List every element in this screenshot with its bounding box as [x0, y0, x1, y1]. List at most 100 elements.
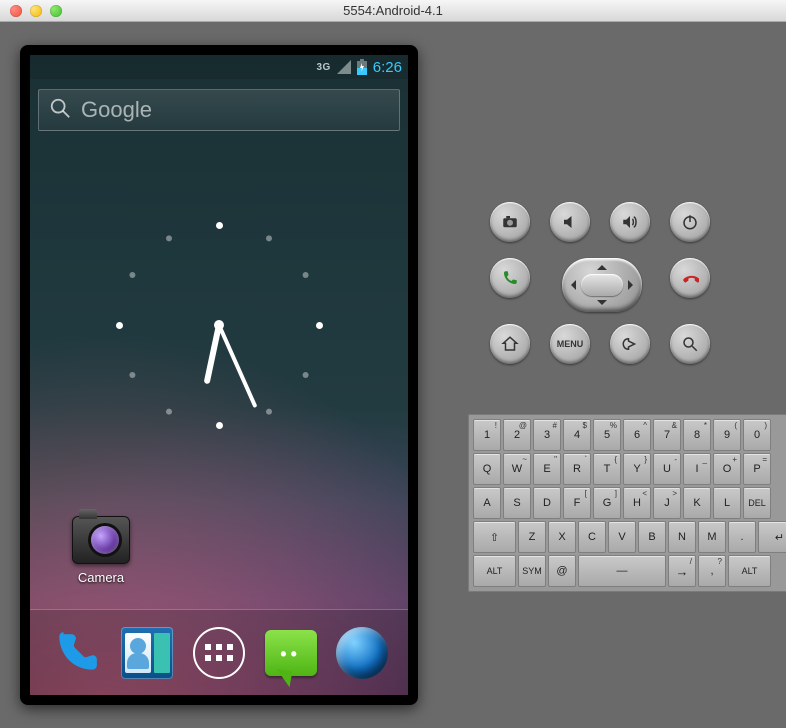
key-s[interactable]: S: [503, 487, 531, 519]
key-f[interactable]: F[: [563, 487, 591, 519]
emulator-controls: MENU 1!2@3#4$5%6^7&8*9(0)QW~E"R`T{Y}U-I_…: [438, 22, 786, 728]
key-o[interactable]: O+: [713, 453, 741, 485]
phone-panel: 3G 6:26: [0, 22, 438, 728]
window-close-button[interactable]: [10, 5, 22, 17]
key-t[interactable]: T{: [593, 453, 621, 485]
dpad-up[interactable]: [597, 260, 607, 270]
dpad-left[interactable]: [566, 280, 576, 290]
end-call-button[interactable]: [670, 258, 710, 298]
call-button[interactable]: [490, 258, 530, 298]
key-i[interactable]: I_: [683, 453, 711, 485]
key-j[interactable]: J>: [653, 487, 681, 519]
dpad: [562, 258, 642, 312]
key-@[interactable]: @: [548, 555, 576, 587]
key-.[interactable]: .: [728, 521, 756, 553]
clock-hour-hand: [204, 324, 222, 384]
key-u[interactable]: U-: [653, 453, 681, 485]
clock-tick: [129, 272, 135, 278]
analog-clock-widget[interactable]: [109, 215, 329, 435]
key-q[interactable]: Q: [473, 453, 501, 485]
key-secondary: _: [703, 455, 707, 464]
key-alt[interactable]: ALT: [728, 555, 771, 587]
search-placeholder: Google: [81, 97, 152, 123]
volume-down-button[interactable]: [550, 202, 590, 242]
home-button[interactable]: [490, 324, 530, 364]
google-search-widget[interactable]: Google: [38, 89, 400, 131]
hotseat: ••: [30, 609, 408, 695]
key-r[interactable]: R`: [563, 453, 591, 485]
browser-icon: [336, 627, 388, 679]
dpad-center[interactable]: [581, 274, 623, 296]
key-0[interactable]: 0): [743, 419, 771, 451]
key-3[interactable]: 3#: [533, 419, 561, 451]
search-button[interactable]: [670, 324, 710, 364]
key-n[interactable]: N: [668, 521, 696, 553]
phone-app[interactable]: [48, 625, 104, 681]
all-apps-button[interactable]: [191, 625, 247, 681]
camera-icon: [501, 213, 519, 231]
key-,[interactable]: ,?: [698, 555, 726, 587]
key-k[interactable]: K: [683, 487, 711, 519]
messaging-app[interactable]: ••: [263, 625, 319, 681]
window-minimize-button[interactable]: [30, 5, 42, 17]
key-l[interactable]: L: [713, 487, 741, 519]
key-d[interactable]: D: [533, 487, 561, 519]
camera-label: Camera: [62, 570, 140, 585]
camera-icon: [72, 516, 130, 564]
rotate-button[interactable]: [490, 202, 530, 242]
status-bar[interactable]: 3G 6:26: [30, 55, 408, 79]
key-secondary: @: [519, 421, 527, 430]
key-9[interactable]: 9(: [713, 419, 741, 451]
network-type-indicator: 3G: [316, 62, 330, 73]
key-secondary: -: [674, 455, 677, 464]
window-title: 5554:Android-4.1: [0, 3, 786, 18]
key-y[interactable]: Y}: [623, 453, 651, 485]
key-e[interactable]: E": [533, 453, 561, 485]
key-del[interactable]: DEL: [743, 487, 771, 519]
key-g[interactable]: G]: [593, 487, 621, 519]
key-c[interactable]: C: [578, 521, 606, 553]
key-7[interactable]: 7&: [653, 419, 681, 451]
clock-tick: [216, 422, 223, 429]
key-a[interactable]: A: [473, 487, 501, 519]
key-4[interactable]: 4$: [563, 419, 591, 451]
key-secondary: [: [585, 489, 587, 498]
key-⇧[interactable]: ⇧: [473, 521, 516, 553]
key-z[interactable]: Z: [518, 521, 546, 553]
space-key[interactable]: —: [578, 555, 666, 587]
menu-button[interactable]: MENU: [550, 324, 590, 364]
keyboard-row: QW~E"R`T{Y}U-I_O+P=: [472, 452, 786, 486]
power-button[interactable]: [670, 202, 710, 242]
key-1[interactable]: 1!: [473, 419, 501, 451]
browser-app[interactable]: [334, 625, 390, 681]
key-w[interactable]: W~: [503, 453, 531, 485]
messaging-icon: ••: [265, 630, 317, 676]
dpad-down[interactable]: [597, 300, 607, 310]
volume-up-button[interactable]: [610, 202, 650, 242]
key-sym[interactable]: SYM: [518, 555, 546, 587]
key-v[interactable]: V: [608, 521, 636, 553]
key-8[interactable]: 8*: [683, 419, 711, 451]
key-b[interactable]: B: [638, 521, 666, 553]
key-secondary: {: [614, 455, 617, 464]
key-→[interactable]: →/: [668, 555, 696, 587]
key-alt[interactable]: ALT: [473, 555, 516, 587]
key-x[interactable]: X: [548, 521, 576, 553]
key-p[interactable]: P=: [743, 453, 771, 485]
camera-app-shortcut[interactable]: Camera: [62, 516, 140, 585]
key-h[interactable]: H<: [623, 487, 651, 519]
key-secondary: =: [762, 455, 767, 464]
contacts-icon: [121, 627, 173, 679]
key-2[interactable]: 2@: [503, 419, 531, 451]
contacts-app[interactable]: [119, 625, 175, 681]
dpad-right[interactable]: [628, 280, 638, 290]
back-button[interactable]: [610, 324, 650, 364]
key-m[interactable]: M: [698, 521, 726, 553]
key-secondary: %: [610, 421, 617, 430]
key-5[interactable]: 5%: [593, 419, 621, 451]
key-secondary: /: [690, 557, 692, 566]
window-zoom-button[interactable]: [50, 5, 62, 17]
key-↵[interactable]: ↵: [758, 521, 786, 553]
key-6[interactable]: 6^: [623, 419, 651, 451]
device-screen[interactable]: 3G 6:26: [30, 55, 408, 695]
